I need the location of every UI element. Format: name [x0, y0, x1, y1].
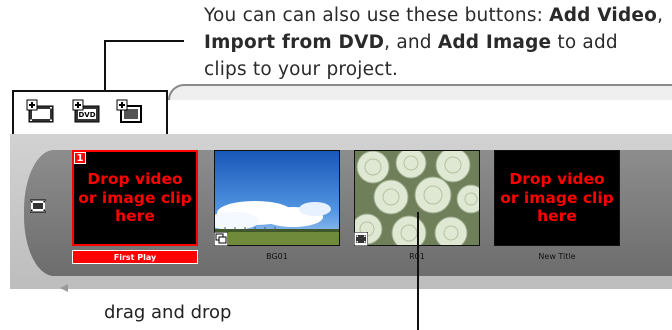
film-icon: [30, 199, 46, 213]
svg-text:DVD: DVD: [78, 111, 95, 119]
scroll-left-arrow[interactable]: [60, 284, 68, 292]
dvd-plus-icon: DVD: [72, 99, 100, 123]
drop-zone[interactable]: Drop video or image clip here: [72, 150, 198, 246]
slot-caption: New Title: [538, 252, 576, 261]
clip-slot-bg01[interactable]: BG01: [214, 150, 342, 268]
callout-bracket: [104, 40, 184, 92]
sky-photo-image: [215, 151, 339, 245]
film-plus-icon: [26, 99, 54, 123]
clip-slot-first-play[interactable]: Drop video or image clip here 1 First Pl…: [72, 150, 200, 268]
add-image-button[interactable]: [116, 98, 146, 126]
callout-text: You can can also use these buttons: Add …: [204, 5, 664, 80]
import-dvd-button[interactable]: DVD: [72, 98, 102, 126]
slot-number-badge: 1: [74, 152, 86, 164]
slot-caption: BG01: [266, 252, 288, 261]
drop-zone[interactable]: Drop video or image clip here: [494, 150, 620, 246]
clip-slot-new-title[interactable]: Drop video or image clip here New Title: [494, 150, 622, 268]
slot-caption[interactable]: First Play: [72, 250, 198, 264]
add-video-button[interactable]: [26, 98, 56, 126]
drop-zone-text: Drop video or image clip here: [78, 170, 192, 226]
drag-drop-label: drag and drop: [104, 302, 232, 323]
workspace-top-edge: [168, 84, 672, 100]
slideshow-icon: [214, 232, 228, 246]
image-plus-icon: [116, 99, 142, 123]
sky-photo[interactable]: [214, 150, 340, 246]
film-icon: [354, 232, 368, 246]
pointer-line: [417, 212, 419, 330]
drop-zone-text: Drop video or image clip here: [500, 170, 614, 226]
